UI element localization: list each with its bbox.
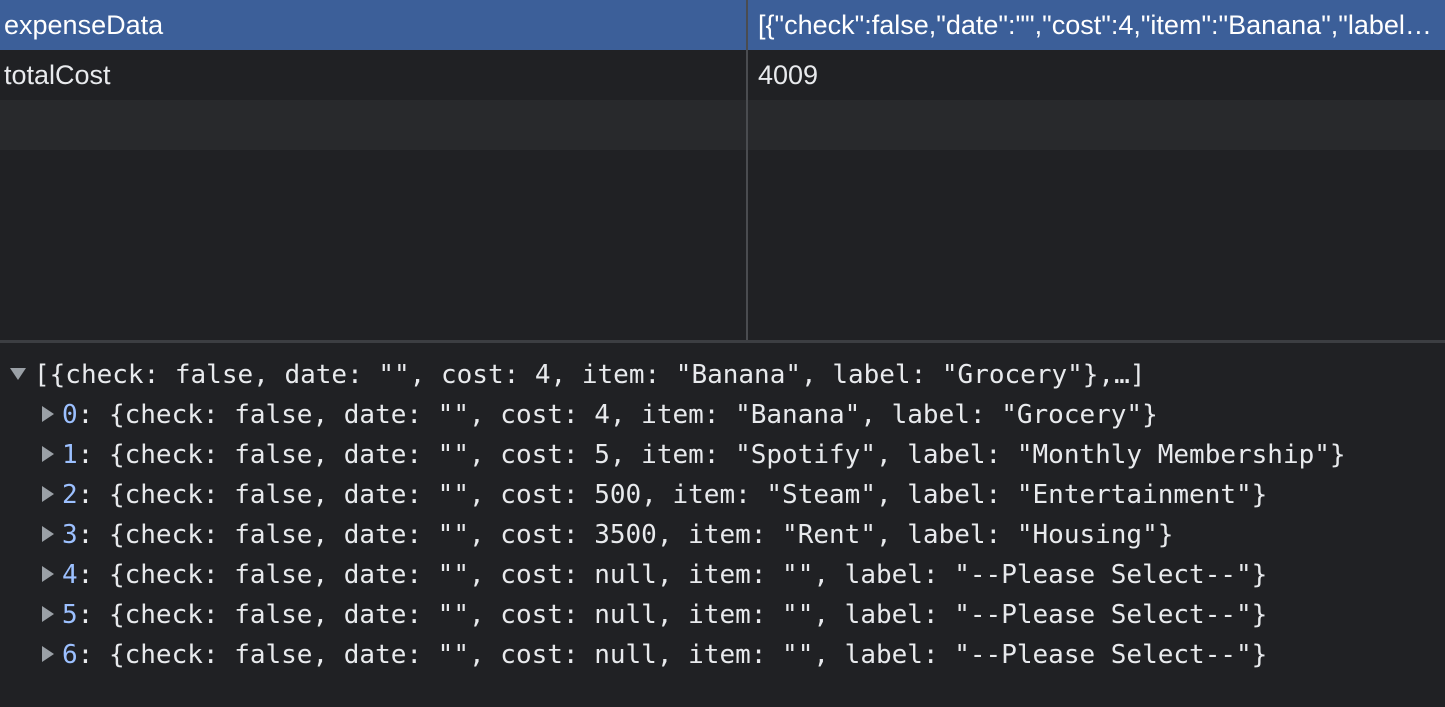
storage-value: 4009: [758, 60, 819, 90]
array-item-row[interactable]: 3: {check: false, date: "", cost: 3500, …: [42, 515, 1173, 555]
triangle-right-icon[interactable]: [42, 445, 54, 462]
storage-key: expenseData: [4, 10, 164, 40]
value-preview-panel: [{check: false, date: "", cost: 4, item:…: [0, 343, 1445, 707]
storage-key: totalCost: [4, 60, 111, 90]
array-item-text: : {check: false, date: "", cost: 5, item…: [77, 440, 1346, 470]
column-divider[interactable]: [746, 0, 748, 340]
array-index: 1: [62, 440, 78, 470]
array-item-text: : {check: false, date: "", cost: 4, item…: [77, 400, 1158, 430]
storage-value: [{"check":false,"date":"","cost":4,"item…: [758, 10, 1441, 40]
storage-row-empty[interactable]: [0, 100, 1445, 150]
array-index: 0: [62, 400, 78, 430]
array-summary-row[interactable]: [{check: false, date: "", cost: 4, item:…: [10, 355, 1145, 395]
array-item-text: : {check: false, date: "", cost: null, i…: [77, 640, 1268, 670]
triangle-right-icon[interactable]: [42, 565, 54, 582]
array-item-row[interactable]: 5: {check: false, date: "", cost: null, …: [42, 595, 1267, 635]
array-item-row[interactable]: 2: {check: false, date: "", cost: 500, i…: [42, 475, 1267, 515]
array-item-text: : {check: false, date: "", cost: 3500, i…: [77, 520, 1174, 550]
array-item-text: : {check: false, date: "", cost: 500, it…: [77, 480, 1268, 510]
array-index: 4: [62, 560, 78, 590]
storage-table: expenseData [{"check":false,"date":"","c…: [0, 0, 1445, 340]
array-index: 5: [62, 600, 78, 630]
triangle-right-icon[interactable]: [42, 485, 54, 502]
array-item-text: : {check: false, date: "", cost: null, i…: [77, 560, 1268, 590]
array-summary: [{check: false, date: "", cost: 4, item:…: [34, 360, 1146, 390]
array-item-row[interactable]: 1: {check: false, date: "", cost: 5, ite…: [42, 435, 1346, 475]
array-item-row[interactable]: 0: {check: false, date: "", cost: 4, ite…: [42, 395, 1158, 435]
array-item-row[interactable]: 6: {check: false, date: "", cost: null, …: [42, 635, 1267, 675]
array-item-row[interactable]: 4: {check: false, date: "", cost: null, …: [42, 555, 1267, 595]
storage-row-totalCost[interactable]: totalCost 4009: [0, 50, 1445, 100]
triangle-right-icon[interactable]: [42, 525, 54, 542]
array-index: 2: [62, 480, 78, 510]
array-index: 6: [62, 640, 78, 670]
array-item-text: : {check: false, date: "", cost: null, i…: [77, 600, 1268, 630]
triangle-right-icon[interactable]: [42, 405, 54, 422]
array-index: 3: [62, 520, 78, 550]
storage-row-expenseData[interactable]: expenseData [{"check":false,"date":"","c…: [0, 0, 1445, 50]
triangle-right-icon[interactable]: [42, 605, 54, 622]
triangle-right-icon[interactable]: [42, 645, 54, 662]
triangle-down-icon[interactable]: [10, 367, 26, 380]
